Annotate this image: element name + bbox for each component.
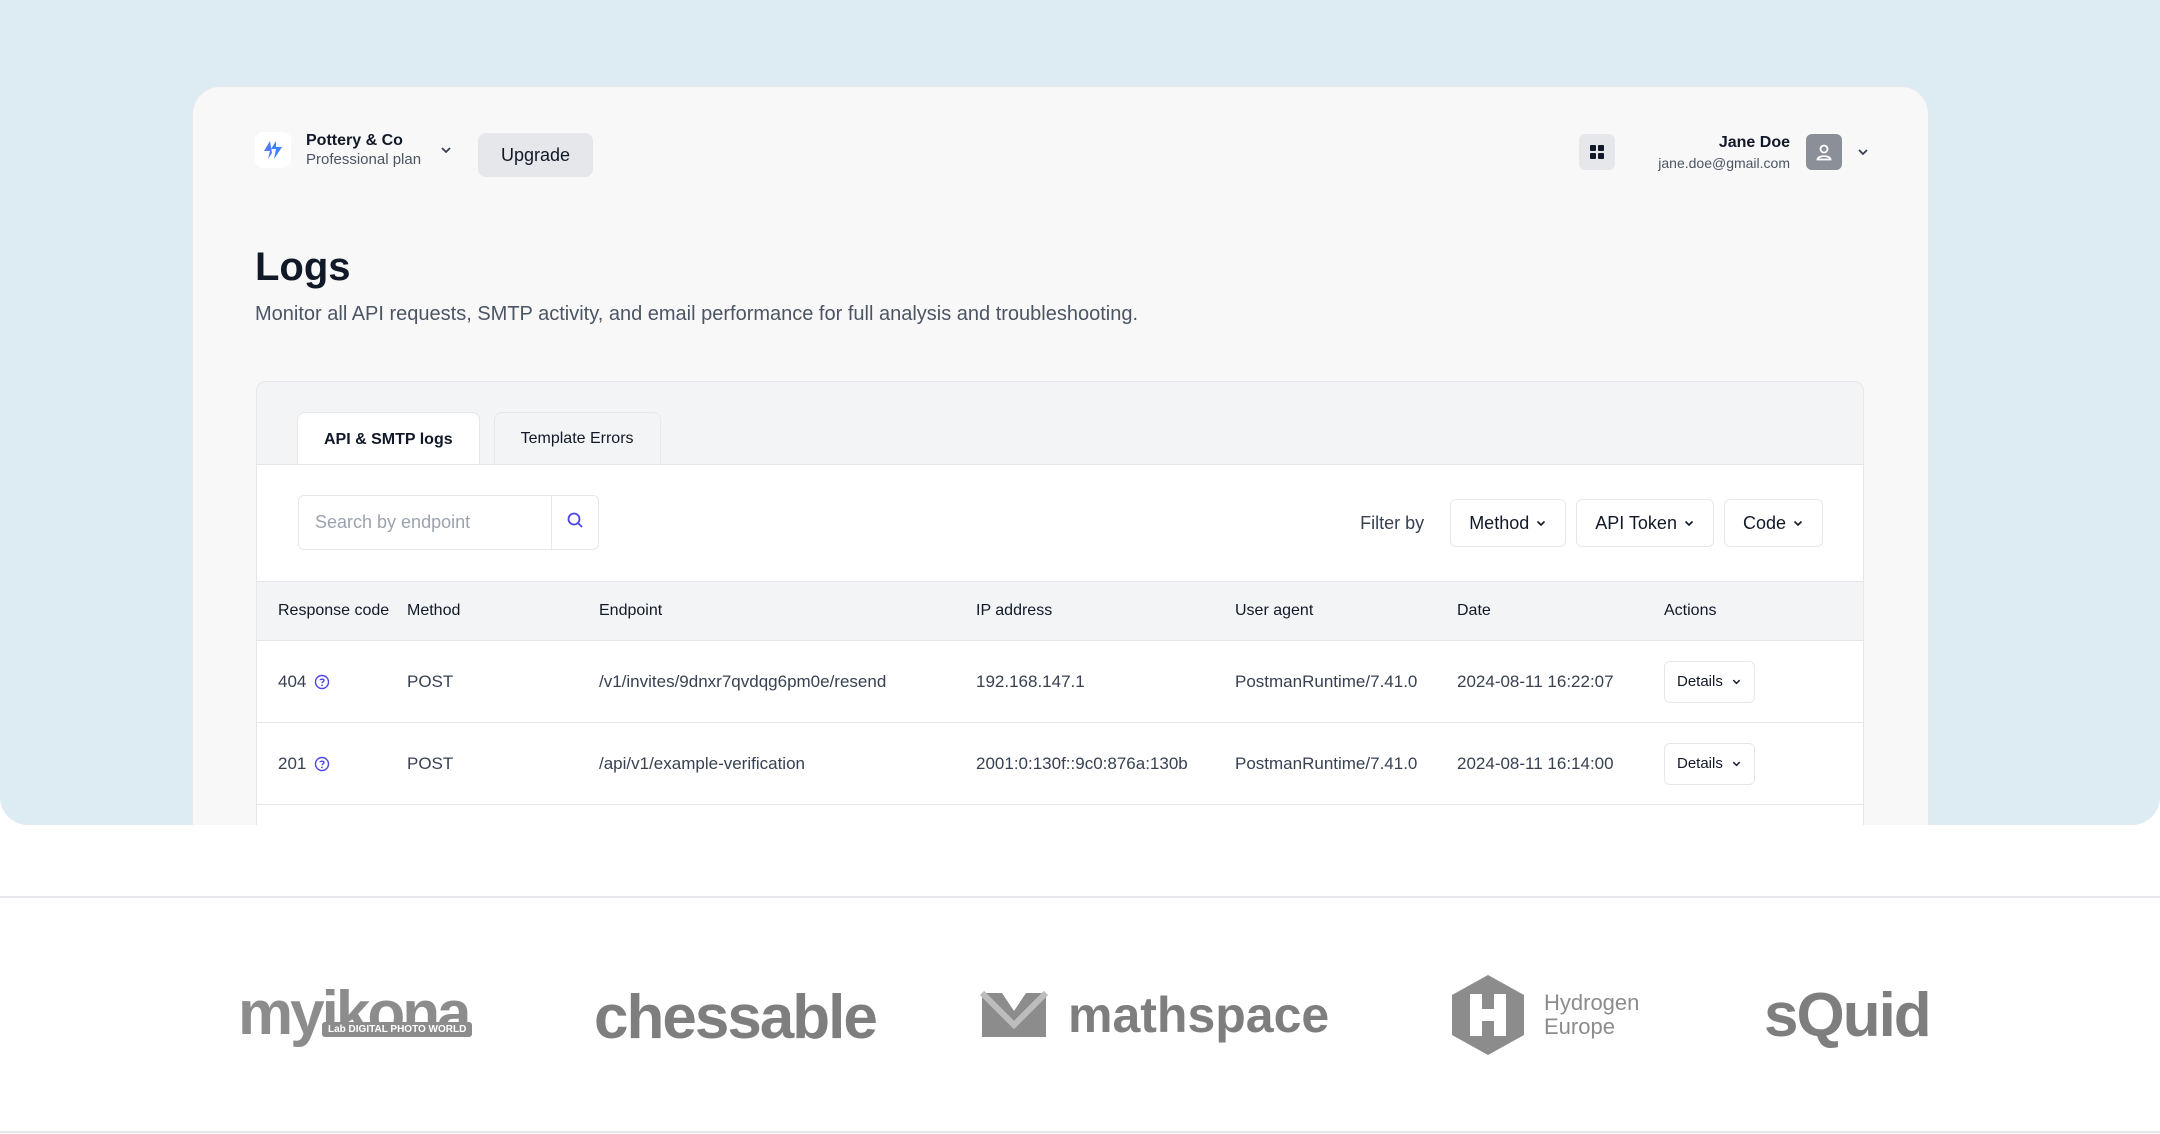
endpoint-cell: /api/v1/example-verification: [599, 722, 976, 805]
response-code: 404: [278, 671, 307, 691]
filter-label: Filter by: [1360, 512, 1425, 533]
avatar[interactable]: [1806, 134, 1842, 171]
hydrogen-logo-line2: Europe: [1544, 1014, 1615, 1039]
chevron-down-icon: [1731, 758, 1742, 769]
filter-method-dropdown[interactable]: Method: [1450, 499, 1567, 547]
column-header-response-code[interactable]: Response code: [257, 581, 407, 641]
search-icon: [566, 511, 584, 534]
column-header-date[interactable]: Date: [1457, 581, 1664, 641]
column-header-ip-address[interactable]: IP address: [976, 581, 1235, 641]
mathspace-mark-icon: [979, 990, 1049, 1037]
date-cell: 2024-08-11 16:14:00: [1457, 722, 1664, 805]
table-header-row: Response code Method Endpoint IP address…: [257, 581, 1863, 641]
chevron-down-icon: [1792, 517, 1804, 529]
method-cell: POST: [407, 722, 599, 805]
hydrogen-logo-line1: Hydrogen: [1544, 989, 1640, 1015]
workspace-name: Pottery & Co: [306, 132, 403, 149]
squid-logo: sQuid: [1764, 981, 1932, 1050]
filter-bar: Filter by Method API Token Code: [1360, 499, 1823, 547]
search-button[interactable]: [551, 495, 599, 550]
table-row: 201 POST /api/v1/example-verification 20…: [257, 722, 1863, 805]
chevron-down-icon[interactable]: [439, 143, 453, 157]
myikona-lab-badge: Lab DIGITAL PHOTO WORLD: [322, 1022, 473, 1037]
column-header-method[interactable]: Method: [407, 581, 599, 641]
chevron-down-icon: [1731, 676, 1742, 687]
filter-api-token-dropdown[interactable]: API Token: [1576, 499, 1714, 547]
column-header-endpoint[interactable]: Endpoint: [599, 581, 976, 641]
user-email: jane.doe@gmail.com: [1658, 154, 1790, 171]
chevron-down-icon: [1683, 517, 1695, 529]
help-circle-icon[interactable]: [314, 674, 330, 690]
hydrogen-europe-logo: Hydrogen Europe: [1448, 972, 1639, 1058]
divider: [0, 1131, 2160, 1133]
divider: [0, 896, 2160, 898]
date-cell: 2024-08-11 16:22:07: [1457, 640, 1664, 723]
table-row: 404 POST /v1/invites/9dnxr7qvdqg6pm0e/re…: [257, 640, 1863, 723]
hydrogen-mark-icon: [1452, 975, 1524, 1055]
details-button[interactable]: Details: [1664, 660, 1755, 703]
user-menu[interactable]: Jane Doe jane.doe@gmail.com: [1658, 133, 1870, 172]
tab-content: Filter by Method API Token Code: [257, 464, 1863, 825]
chevron-down-icon[interactable]: [1856, 145, 1870, 159]
details-label: Details: [1677, 755, 1723, 772]
myikona-logo-text: myikona: [238, 979, 472, 1048]
response-code: 201: [278, 753, 307, 773]
ip-address-cell: 2001:0:130f::9c0:876a:130b: [976, 722, 1235, 805]
filter-api-token-label: API Token: [1595, 512, 1677, 533]
workspace-switcher[interactable]: Pottery & Co Professional plan: [255, 131, 453, 170]
filter-code-dropdown[interactable]: Code: [1723, 499, 1823, 547]
workspace-logo-icon: [255, 132, 291, 169]
column-header-user-agent[interactable]: User agent: [1235, 581, 1457, 641]
endpoint-cell: /v1/invites/9dnxr7qvdqg6pm0e/resend: [599, 640, 976, 723]
filter-code-label: Code: [1742, 512, 1786, 533]
tab-api-smtp-logs[interactable]: API & SMTP logs: [297, 412, 480, 466]
workspace-plan: Professional plan: [306, 151, 422, 168]
method-cell: POST: [407, 640, 599, 723]
hero-background: Pottery & Co Professional plan Upgrade J…: [0, 0, 2160, 825]
apps-grid-icon[interactable]: [1579, 134, 1615, 170]
mathspace-logo: mathspace: [978, 986, 1329, 1044]
myikona-logo: myikona: [238, 978, 472, 1049]
app-window: Pottery & Co Professional plan Upgrade J…: [192, 86, 1929, 825]
user-agent-cell: PostmanRuntime/7.41.0: [1235, 722, 1457, 805]
user-agent-cell: PostmanRuntime/7.41.0: [1235, 640, 1457, 723]
page-subtitle: Monitor all API requests, SMTP activity,…: [255, 303, 1139, 325]
logs-table: Response code Method Endpoint IP address…: [257, 581, 1863, 805]
ip-address-cell: 192.168.147.1: [976, 640, 1235, 723]
details-label: Details: [1677, 673, 1723, 690]
help-circle-icon[interactable]: [314, 756, 330, 772]
logs-panel: API & SMTP logs Template Errors Search b…: [256, 381, 1864, 825]
search-bar: [298, 495, 599, 550]
search-input[interactable]: [298, 495, 551, 550]
user-name: Jane Doe: [1718, 134, 1790, 151]
details-button[interactable]: Details: [1664, 742, 1755, 785]
chessable-logo: chessable: [594, 983, 878, 1052]
column-header-actions: Actions: [1664, 581, 1863, 641]
mathspace-logo-text: mathspace: [1068, 987, 1330, 1043]
chevron-down-icon: [1535, 517, 1547, 529]
tab-bar: API & SMTP logs Template Errors: [297, 412, 675, 466]
tab-template-errors[interactable]: Template Errors: [493, 412, 661, 465]
page-title: Logs: [255, 245, 351, 289]
upgrade-button[interactable]: Upgrade: [478, 133, 593, 177]
filter-method-label: Method: [1469, 512, 1530, 533]
